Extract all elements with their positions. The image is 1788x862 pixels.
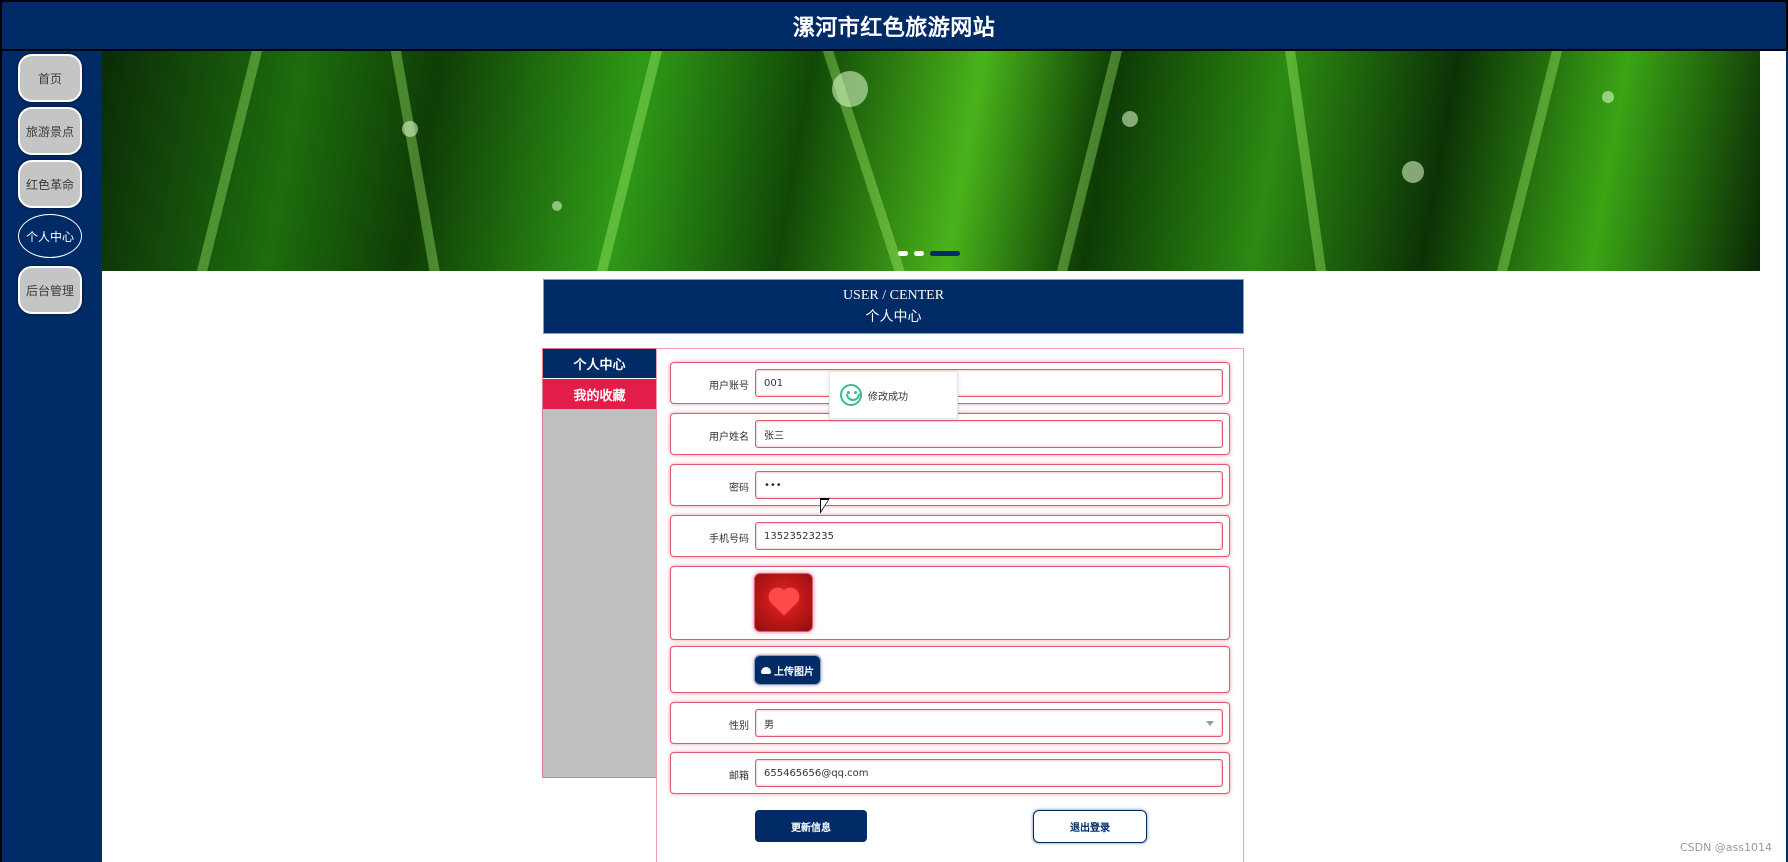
menu-item-favorites[interactable]: 我的收藏: [543, 379, 656, 409]
email-input[interactable]: 655465656@qq.com: [755, 759, 1223, 787]
phone-label: 手机号码: [709, 534, 749, 545]
password-label: 密码: [729, 483, 749, 494]
nav-attractions-button[interactable]: 旅游景点: [18, 107, 82, 155]
gender-select[interactable]: 男: [755, 709, 1223, 737]
gender-selected-value: 男: [764, 719, 774, 731]
user-center-header: USER / CENTER 个人中心: [543, 279, 1244, 334]
logout-button[interactable]: 退出登录: [1033, 810, 1147, 843]
watermark: CSDN @ass1014: [1679, 841, 1772, 854]
form-row-phone: 手机号码 13523523235: [670, 515, 1230, 557]
account-input[interactable]: 001: [755, 369, 1223, 397]
name-input[interactable]: 张三: [755, 420, 1223, 448]
top-header: 漯河市红色旅游网站: [0, 0, 1788, 51]
site-title: 漯河市红色旅游网站: [792, 15, 996, 41]
update-info-button[interactable]: 更新信息: [755, 810, 867, 842]
carousel-banner[interactable]: [102, 51, 1760, 271]
carousel-indicators[interactable]: [898, 251, 960, 256]
chevron-down-icon: [1206, 721, 1214, 726]
upload-image-button[interactable]: 上传图片: [754, 655, 821, 685]
carousel-dot-active[interactable]: [930, 251, 960, 256]
carousel-dot[interactable]: [914, 251, 924, 256]
nav-home-button[interactable]: 首页: [18, 54, 82, 102]
smile-icon: [840, 384, 862, 406]
toast-message: 修改成功: [868, 391, 908, 403]
menu-item-user-center[interactable]: 个人中心: [543, 349, 656, 379]
email-label: 邮箱: [729, 771, 749, 782]
nav-revolution-button[interactable]: 红色革命: [18, 160, 82, 208]
right-edge: [1760, 51, 1788, 862]
gender-label: 性别: [729, 721, 749, 732]
user-center-en-title: USER / CENTER: [842, 288, 945, 303]
success-toast: 修改成功: [829, 371, 958, 419]
nav-user-center-button[interactable]: 个人中心: [18, 214, 82, 258]
account-label: 用户账号: [709, 381, 749, 392]
user-side-menu: 个人中心 我的收藏: [542, 348, 657, 778]
avatar-image[interactable]: [754, 573, 813, 632]
carousel-dot[interactable]: [898, 251, 908, 256]
form-row-gender: 性别 男: [670, 702, 1230, 744]
form-row-name: 用户姓名 张三: [670, 413, 1230, 455]
password-input[interactable]: •••: [755, 471, 1223, 499]
upload-image-label: 上传图片: [774, 666, 814, 678]
mouse-cursor-fill: [821, 500, 828, 511]
name-label: 用户姓名: [709, 432, 749, 443]
nav-admin-button[interactable]: 后台管理: [18, 266, 82, 314]
cloud-upload-icon: [761, 666, 771, 674]
user-center-cn-title: 个人中心: [865, 310, 922, 325]
phone-input[interactable]: 13523523235: [755, 522, 1223, 550]
form-row-password: 密码 •••: [670, 464, 1230, 506]
form-row-email: 邮箱 655465656@qq.com: [670, 752, 1230, 794]
left-nav: 首页 旅游景点 红色革命 个人中心 后台管理: [0, 51, 102, 862]
